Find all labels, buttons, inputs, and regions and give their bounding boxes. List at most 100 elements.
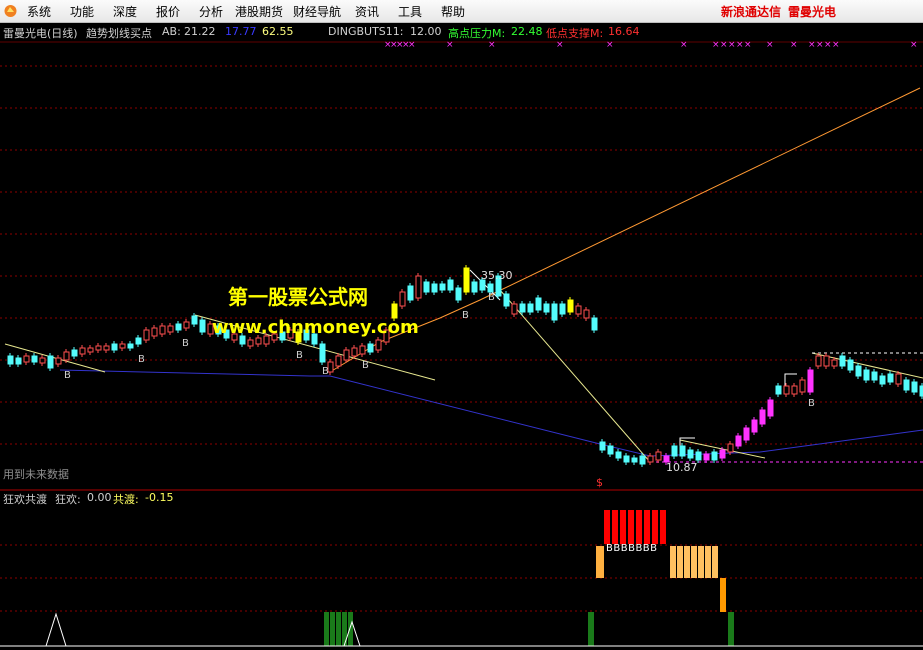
candle-body (143, 329, 150, 341)
candle-body (319, 343, 326, 363)
buy-b-marker: B (138, 354, 145, 365)
green-signal-bar (342, 612, 347, 646)
candle-body (23, 355, 30, 363)
candle-body (335, 355, 342, 367)
candle-body (407, 285, 414, 301)
ab2-value: 17.77 (225, 25, 257, 38)
candle-body (727, 443, 734, 453)
candle-body (55, 357, 62, 365)
menu-info[interactable]: 资讯 (355, 3, 379, 20)
cross-marker: × (736, 40, 744, 50)
candle-body (455, 287, 462, 301)
menu-tools[interactable]: 工具 (398, 3, 422, 20)
candle-body (463, 267, 470, 293)
candle-body (391, 303, 398, 319)
menu-quote[interactable]: 报价 (156, 3, 180, 20)
candle-body (887, 373, 894, 383)
candle-body (135, 337, 142, 345)
candle-body (903, 379, 910, 391)
sub-b-labels: BBBBBBB (606, 543, 658, 554)
candle-body (159, 325, 166, 335)
green-signal-bar (336, 612, 341, 646)
buy-b-marker: B (182, 338, 189, 349)
orange-signal-bar (720, 578, 726, 612)
cross-marker: × (408, 40, 416, 50)
candle-body (807, 369, 814, 393)
high-pressure-label: 高点压力M: (448, 27, 506, 40)
cross-marker: × (824, 40, 832, 50)
candle-body (103, 345, 110, 351)
candle-body (575, 305, 582, 315)
orange-signal-bar (705, 546, 711, 578)
red-signal-bar (620, 510, 626, 544)
candle-body (199, 319, 206, 333)
ab-label: AB: (162, 25, 181, 38)
buy-b-marker: B (808, 398, 815, 409)
orange-signal-bar (677, 546, 683, 578)
candle-body (47, 355, 54, 369)
menu-finance-nav[interactable]: 财经导航 (293, 3, 341, 20)
menu-help[interactable]: 帮助 (441, 3, 465, 20)
red-signal-bar (628, 510, 634, 544)
ab3-value: 62.55 (262, 25, 294, 38)
candle-body (871, 371, 878, 381)
candle-body (695, 451, 702, 461)
menu-analysis[interactable]: 分析 (199, 3, 223, 20)
candle-body (559, 303, 566, 315)
watermark-site-url: www.chnmoney.com (212, 317, 419, 338)
buy-b-marker: B (462, 310, 469, 321)
candle-body (527, 303, 534, 313)
future-data-note: 用到未来数据 (3, 468, 69, 481)
buy-b-marker: B (64, 370, 71, 381)
cross-marker: × (720, 40, 728, 50)
candle-body (503, 293, 510, 307)
candle-body (79, 347, 86, 355)
candle-body (31, 355, 38, 363)
candle-body (847, 359, 854, 371)
buy-b-marker: B (322, 366, 329, 377)
brand-sina-tdx[interactable]: 新浪通达信 (721, 3, 781, 20)
cross-marker: × (446, 40, 454, 50)
dingbuts-label: DINGBUTS11: (328, 25, 404, 38)
cross-marker: × (606, 40, 614, 50)
gd-label: 共渡: (113, 493, 139, 506)
candle-body (863, 369, 870, 381)
menu-system[interactable]: 系统 (27, 3, 51, 20)
gd-value: -0.15 (145, 491, 174, 504)
candle-body (255, 337, 262, 345)
menu-depth[interactable]: 深度 (113, 3, 137, 20)
trend-line-yellow (499, 289, 651, 463)
candle-body (367, 343, 374, 353)
cross-marker: × (712, 40, 720, 50)
candle-body (415, 275, 422, 299)
candle-body (39, 357, 46, 364)
brand-stock-name: 雷曼光电 (788, 5, 837, 19)
dingbuts-value: 12.00 (410, 25, 442, 38)
kline-chart-area[interactable]: BBBBBBBBB××××× × × × × × × × × × × × × × × × × × (0, 22, 923, 650)
candle-body (759, 409, 766, 425)
menu-bar: 系统 功能 深度 报价 分析 港股期货 财经导航 资讯 工具 帮助 新浪通达信 … (0, 0, 923, 23)
red-signal-bar (644, 510, 650, 544)
green-signal-bar (588, 612, 594, 646)
orange-signal-bar (698, 546, 704, 578)
orange-signal-bar (691, 546, 697, 578)
candle-body (911, 381, 918, 393)
candle-body (743, 427, 750, 441)
candle-body (583, 309, 590, 319)
candle-body (719, 449, 726, 459)
buy-b-marker: B (488, 292, 495, 303)
low-support-value: 16.64 (608, 25, 640, 38)
cross-marker: × (728, 40, 736, 50)
candle-body (631, 457, 638, 463)
red-signal-bar (636, 510, 642, 544)
kh-value: 0.00 (87, 491, 112, 504)
menu-hk-futures[interactable]: 港股期货 (235, 3, 283, 20)
candle-body (855, 365, 862, 377)
ab-value: 21.22 (184, 25, 216, 38)
candle-body (399, 291, 406, 307)
menu-function[interactable]: 功能 (70, 3, 94, 20)
orange-signal-bar (596, 546, 604, 578)
support-line-blue (59, 369, 923, 457)
app-logo-icon (4, 5, 17, 17)
candle-body (191, 315, 198, 325)
